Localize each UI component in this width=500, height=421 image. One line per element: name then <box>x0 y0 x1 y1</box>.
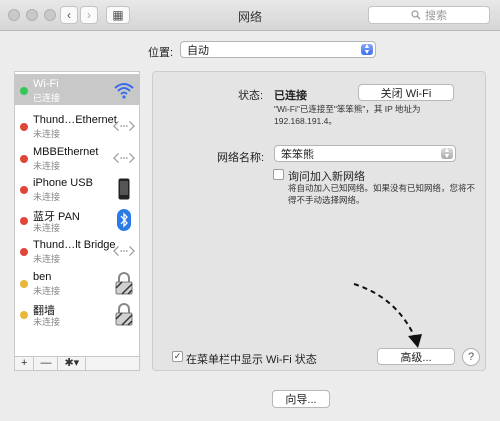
ask-join-checkbox[interactable] <box>273 169 284 180</box>
lock-icon <box>113 302 135 326</box>
chevron-updown-icon: ▲ ▼ <box>361 43 373 56</box>
location-select[interactable]: 自动 ▲ ▼ <box>180 41 376 58</box>
status-dot <box>20 123 28 131</box>
network-item-bluetooth-pan[interactable]: 蓝牙 PAN 未连接 <box>15 204 139 235</box>
search-placeholder: 搜索 <box>425 10 447 22</box>
iphone-icon <box>113 177 135 201</box>
status-description-line2: 192.168.191.4。 <box>274 116 337 126</box>
show-in-menubar-label: 在菜单栏中显示 Wi-Fi 状态 <box>186 354 317 366</box>
status-dot <box>20 311 28 319</box>
network-item-mbbethernet[interactable]: MBBEthernet 未连接 <box>15 142 139 173</box>
assist-me-button[interactable]: 向导... <box>272 390 330 408</box>
network-name: ben <box>33 271 52 283</box>
network-name: Thund…lt Bridge <box>33 239 116 251</box>
show-in-menubar-checkbox[interactable]: ✓ <box>172 351 183 362</box>
network-item-thunderbolt-ethernet[interactable]: Thund…Ethernet 未连接 <box>15 110 139 141</box>
network-name: MBBEthernet <box>33 146 99 158</box>
network-name: iPhone USB <box>33 177 93 189</box>
network-status: 已连接 <box>33 93 61 103</box>
remove-service-button[interactable]: — <box>34 357 59 370</box>
status-dot <box>20 87 28 95</box>
search-field[interactable]: 搜索 <box>368 6 490 24</box>
sidebar-footer: + — ✱▾ <box>14 356 140 371</box>
advanced-button[interactable]: 高级... <box>377 348 455 365</box>
network-name: Wi-Fi <box>33 78 59 90</box>
wifi-icon <box>113 78 135 102</box>
status-label: 状态: <box>238 90 264 102</box>
ask-join-label: 询问加入新网络 <box>288 171 365 183</box>
location-value: 自动 <box>187 44 209 57</box>
status-dot <box>20 248 28 256</box>
network-service-list[interactable]: Wi-Fi 已连接 Thund…Ethernet 未连接 MBBEthernet… <box>14 71 140 371</box>
status-value: 已连接 <box>274 90 307 102</box>
network-name-value: 笨笨熊 <box>281 148 314 161</box>
network-status: 未连接 <box>33 317 61 327</box>
ethernet-icon <box>113 114 135 138</box>
status-dot <box>20 186 28 194</box>
turn-off-wifi-button[interactable]: 关闭 Wi-Fi <box>358 84 454 101</box>
network-name-label: 网络名称: <box>217 152 265 164</box>
title-bar: ‹ › ▦ 网络 搜索 <box>0 0 500 31</box>
network-status: 未连接 <box>33 286 61 296</box>
network-name-select[interactable]: 笨笨熊 ▲ ▼ <box>274 145 456 162</box>
status-dot <box>20 155 28 163</box>
status-description-line1: "Wi-Fi"已连接至"笨笨熊"，其 IP 地址为 <box>274 104 421 114</box>
network-item-ben[interactable]: ben 未连接 <box>15 267 139 298</box>
status-dot <box>20 280 28 288</box>
location-label: 位置: <box>148 47 174 59</box>
search-icon <box>411 10 421 20</box>
network-status: 未连接 <box>33 161 61 171</box>
add-service-button[interactable]: + <box>15 357 35 370</box>
ask-join-description-line1: 将自动加入已知网络。如果没有已知网络，您将不 <box>288 183 476 193</box>
status-dot <box>20 217 28 225</box>
network-item-thunderbolt-bridge[interactable]: Thund…lt Bridge 未连接 <box>15 235 139 266</box>
ethernet-icon <box>113 146 135 170</box>
annotation-arrow <box>353 283 422 348</box>
network-status: 未连接 <box>33 254 61 264</box>
network-status: 未连接 <box>33 129 61 139</box>
ethernet-icon <box>113 239 135 263</box>
gear-menu-button[interactable]: ✱▾ <box>58 357 87 370</box>
network-status: 未连接 <box>33 223 61 233</box>
network-item-fanqiang[interactable]: 翻墙 未连接 <box>15 298 139 329</box>
network-name: Thund…Ethernet <box>33 114 117 126</box>
network-status: 未连接 <box>33 192 61 202</box>
network-item-wifi[interactable]: Wi-Fi 已连接 <box>15 74 139 105</box>
lock-icon <box>113 271 135 295</box>
checkmark-icon: ✓ <box>173 351 182 361</box>
bluetooth-icon <box>113 208 135 232</box>
chevron-updown-icon: ▲ ▼ <box>441 147 453 160</box>
help-button[interactable]: ? <box>462 348 480 366</box>
network-item-iphone-usb[interactable]: iPhone USB 未连接 <box>15 173 139 204</box>
ask-join-description-line2: 得不手动选择网络。 <box>288 195 365 205</box>
